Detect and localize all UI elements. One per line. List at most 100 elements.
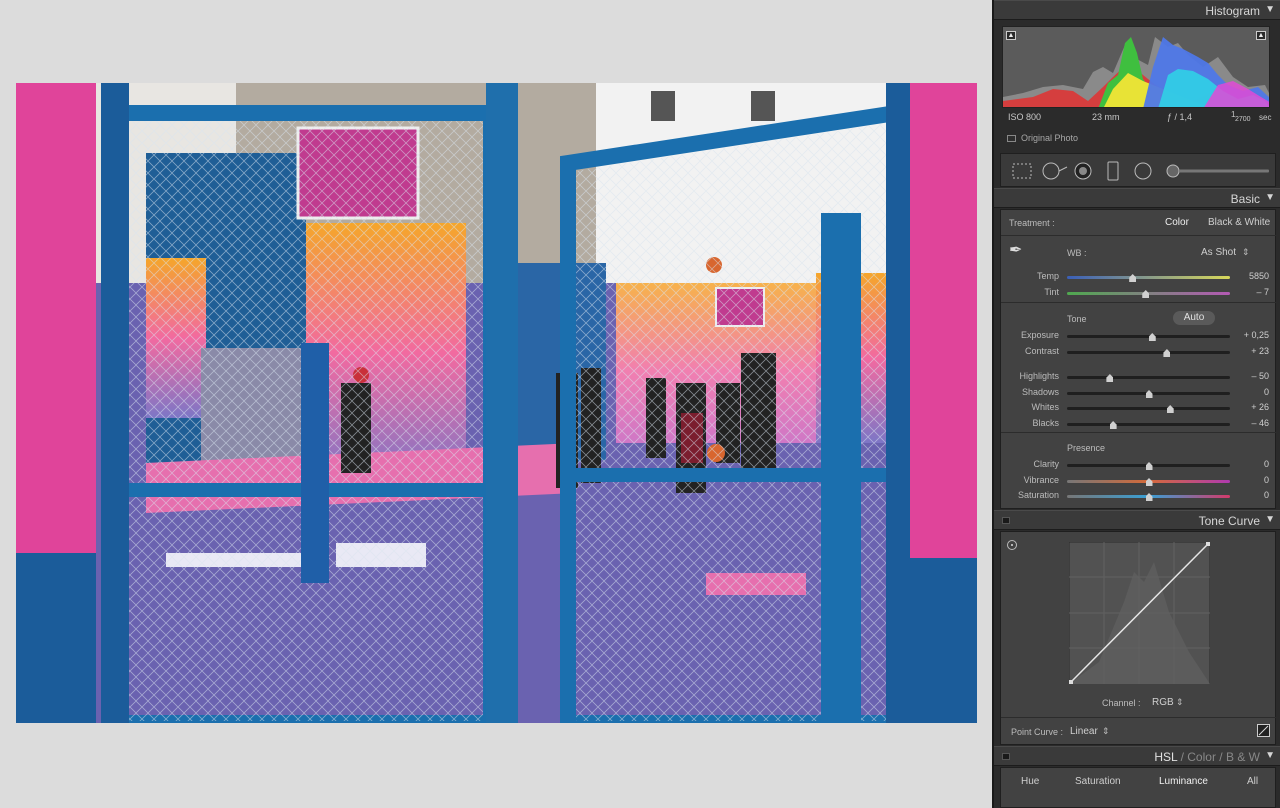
red-eye-icon [1074,162,1092,180]
histogram-title: Histogram [1205,4,1260,18]
exposure-value[interactable]: + 0,25 [1229,330,1269,340]
exif-focal: 23 mm [1092,112,1120,122]
whites-value[interactable]: + 26 [1229,402,1269,412]
point-curve-dropdown[interactable]: Linear [1070,726,1098,737]
exif-shutter-den: 2700 [1235,116,1251,123]
tone-curve-graph[interactable] [1069,542,1210,684]
hsl-tab-hue[interactable]: Hue [1021,776,1039,787]
channel-dropdown[interactable]: RGB [1152,697,1174,708]
dropdown-arrows-icon: ⇕ [1242,247,1250,257]
divider [1001,302,1277,303]
channel-label: Channel : [1102,698,1141,708]
treatment-label: Treatment : [1009,218,1055,228]
histogram-header[interactable]: Histogram ▼ [994,0,1280,20]
temp-slider[interactable] [1067,276,1230,279]
tool-strip [1000,153,1276,187]
hsl-header[interactable]: HSL / Color / B & W ▼ [994,746,1280,766]
temp-value[interactable]: 5850 [1229,271,1269,281]
hsl-tab-luminance[interactable]: Luminance [1159,776,1208,787]
presence-label: Presence [1067,443,1106,453]
collapse-triangle-icon[interactable]: ▼ [1265,514,1275,525]
exif-shutter-unit: sec [1259,113,1272,122]
histogram-chart [1003,37,1269,107]
tool-strip-icons [1012,161,1269,181]
whites-label: Whites [1031,402,1059,412]
photo-preview[interactable] [16,83,977,723]
original-photo-checkbox[interactable] [1007,135,1016,142]
clarity-value[interactable]: 0 [1229,459,1269,469]
exposure-slider[interactable] [1067,335,1230,338]
histogram-graph: ▲ ▲ [1002,26,1270,108]
blacks-label: Blacks [1032,418,1059,428]
point-curve-label: Point Curve : [1011,727,1064,737]
hsl-tab-all[interactable]: All [1247,776,1258,787]
tint-label: Tint [1044,287,1059,297]
panel-switch-icon[interactable] [1002,753,1010,760]
spot-removal-icon [1042,162,1068,180]
exif-aperture: ƒ / 1,4 [1167,112,1193,122]
color-title[interactable]: Color [1187,750,1216,764]
divider [1001,717,1277,718]
basic-title: Basic [1230,192,1260,206]
bw-title[interactable]: B & W [1226,750,1260,764]
highlights-value[interactable]: – 50 [1229,371,1269,381]
wb-dropdown[interactable]: As Shot [1201,247,1236,258]
graduated-filter-icon [1107,161,1119,181]
crop-tool-icon [1012,163,1032,179]
contrast-slider[interactable] [1067,351,1230,354]
clarity-label: Clarity [1033,459,1059,469]
photo-image [16,83,977,723]
collapse-triangle-icon[interactable]: ▼ [1265,4,1275,15]
contrast-label: Contrast [1024,346,1059,356]
tint-value[interactable]: – 7 [1229,287,1269,297]
hsl-title-group: HSL / Color / B & W [1154,750,1260,764]
hsl-tab-saturation[interactable]: Saturation [1075,776,1121,787]
highlight-clipping-icon[interactable]: ▲ [1256,31,1266,40]
highlights-slider[interactable] [1067,376,1230,379]
lightroom-develop-window: Histogram ▼ ▲ ▲ ISO 800 23 mm ƒ / 1,4 1 … [0,0,1280,808]
shadows-label: Shadows [1021,387,1059,397]
edit-point-curve-icon[interactable] [1257,724,1270,737]
dropdown-arrows-icon: ⇕ [1176,697,1184,707]
whites-slider[interactable] [1067,407,1230,410]
saturation-label: Saturation [1017,490,1059,500]
hsl-slash: / [1219,750,1223,764]
auto-tone-button[interactable]: Auto [1173,311,1215,325]
blacks-value[interactable]: – 46 [1229,418,1269,428]
collapse-triangle-icon[interactable]: ▼ [1265,750,1275,761]
right-panel: Histogram ▼ ▲ ▲ ISO 800 23 mm ƒ / 1,4 1 … [992,0,1280,808]
divider [1001,235,1277,236]
hsl-panel: Hue Saturation Luminance All [1000,767,1276,808]
image-canvas[interactable] [0,0,992,808]
white-balance-picker-icon[interactable]: ✒ [1009,240,1022,260]
highlights-label: Highlights [1019,371,1059,381]
original-photo-label: Original Photo [1021,133,1079,143]
vibrance-value[interactable]: 0 [1229,475,1269,485]
treatment-color-option[interactable]: Color [1165,217,1189,228]
exposure-label: Exposure [1020,330,1059,340]
adjustment-brush-icon [1166,164,1269,178]
wb-label: WB : [1067,248,1087,258]
radial-filter-icon [1134,162,1152,180]
targeted-adjustment-icon[interactable] [1007,540,1017,550]
shadow-clipping-icon[interactable]: ▲ [1006,31,1016,40]
vibrance-label: Vibrance [1023,475,1059,485]
blacks-slider[interactable] [1067,423,1230,426]
tone-curve-title: Tone Curve [1198,514,1260,528]
tone-curve-panel: Channel : RGB ⇕ Point Curve : Linear ⇕ [1000,531,1277,745]
temp-label: Temp [1036,271,1059,281]
collapse-triangle-icon[interactable]: ▼ [1265,192,1275,203]
dropdown-arrows-icon: ⇕ [1102,726,1110,736]
treatment-bw-option[interactable]: Black & White [1208,217,1270,228]
basic-header[interactable]: Basic ▼ [994,188,1280,208]
divider [1001,432,1277,433]
basic-panel: Treatment : Color Black & White ✒ WB : A… [1000,209,1277,509]
panel-switch-icon[interactable] [1002,517,1010,524]
exif-iso: ISO 800 [1008,112,1042,122]
tone-curve-header[interactable]: Tone Curve ▼ [994,510,1280,530]
shadows-value[interactable]: 0 [1229,387,1269,397]
tone-label: Tone [1067,314,1087,324]
contrast-value[interactable]: + 23 [1229,346,1269,356]
hsl-title[interactable]: HSL [1154,750,1177,764]
saturation-value[interactable]: 0 [1229,490,1269,500]
